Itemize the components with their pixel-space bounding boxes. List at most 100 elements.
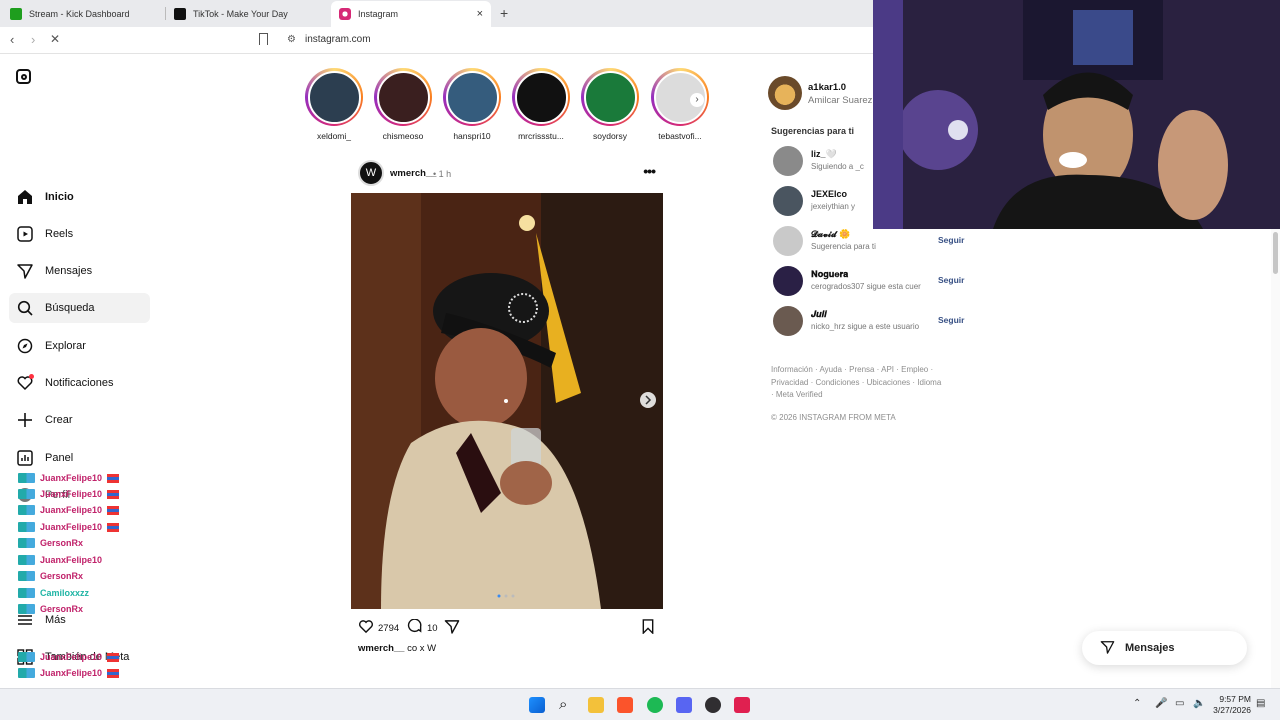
suggestion-avatar[interactable] (773, 186, 803, 216)
story-avatar (376, 70, 430, 124)
suggestion-avatar[interactable] (773, 146, 803, 176)
bookmark-icon[interactable] (259, 33, 268, 45)
caption-username[interactable]: wmerch__ (358, 643, 404, 654)
sidebar-item-inicio[interactable]: Inicio (9, 182, 150, 212)
own-profile-avatar[interactable] (768, 76, 802, 110)
chat-badge-icon (18, 588, 35, 598)
suggestion-username[interactable]: 𝓓𝓪𝓿𝓲𝓭 🌼 (811, 229, 850, 240)
suggestion-username[interactable]: 𝑱𝒖𝒍𝒊 (811, 309, 827, 320)
post-author-avatar[interactable]: W (358, 160, 384, 186)
share-icon[interactable] (444, 619, 460, 634)
story-item[interactable]: mrcrissstu... (511, 68, 571, 141)
story-ring (581, 68, 639, 126)
chat-line: JuanxFelipe10 (18, 487, 120, 501)
url-field[interactable]: instagram.com (305, 34, 371, 45)
clock[interactable]: 9:57 PM 3/27/2026 (1213, 694, 1251, 716)
post-caption: wmerch__ co x W (358, 643, 436, 654)
flag-icon (107, 489, 120, 499)
scrollbar-thumb[interactable] (1273, 232, 1278, 274)
sidebar-item-reels[interactable]: Reels (9, 219, 150, 249)
site-info-icon[interactable]: ⚙ (287, 34, 296, 45)
own-username[interactable]: a1kar1.0 (808, 82, 846, 93)
like-count[interactable]: 2794 (378, 623, 399, 634)
discord-icon[interactable] (676, 697, 692, 713)
suggestion-avatar[interactable] (773, 306, 803, 336)
back-icon[interactable]: ‹ (10, 32, 14, 47)
sidebar-item-busqueda[interactable]: Búsqueda (9, 293, 150, 323)
post-image[interactable] (351, 193, 663, 609)
tray-chevron-icon[interactable]: ⌃ (1133, 698, 1141, 709)
chat-badge-icon (18, 505, 35, 515)
webcam-illustration (873, 0, 1280, 229)
sidebar-item-crear[interactable]: Crear (9, 405, 150, 435)
new-tab-button[interactable]: + (500, 5, 508, 21)
windows-start-icon[interactable] (529, 697, 545, 713)
taskbar-search-icon[interactable]: ⌕ (559, 697, 575, 713)
suggestion-item: 𝐍𝐨𝐠𝐮𝐞𝐫𝐚 cerogrados307 sigue esta cuer Segu… (773, 266, 973, 298)
story-item[interactable]: chismeoso (373, 68, 433, 141)
heart-icon[interactable] (358, 619, 374, 637)
chat-username: JuanxFelipe10 (40, 505, 103, 515)
notification-dot (29, 373, 34, 379)
suggestion-avatar[interactable] (773, 266, 803, 296)
sidebar-item-panel[interactable]: Panel (9, 443, 150, 473)
suggestion-avatar[interactable] (773, 226, 803, 256)
chat-username: JuanxFelipe10 (40, 489, 103, 499)
file-explorer-icon[interactable] (588, 697, 604, 713)
sidebar-item-mensajes[interactable]: Mensajes (9, 256, 150, 286)
footer-links[interactable]: Información · Ayuda · Prensa · API · Emp… (771, 364, 946, 402)
sidebar-item-explorar[interactable]: Explorar (9, 331, 150, 361)
stop-loading-icon[interactable]: ✕ (50, 32, 60, 46)
network-icon[interactable]: ▭ (1175, 698, 1184, 709)
story-item[interactable]: xeldomi_ (304, 68, 364, 141)
notifications-tray-icon[interactable]: ▤ (1256, 698, 1265, 709)
story-item[interactable]: soydorsy (580, 68, 640, 141)
obs-icon[interactable] (705, 697, 721, 713)
sidebar-item-label: Crear (45, 414, 73, 426)
suggestion-username[interactable]: liz_🤍 (811, 149, 837, 160)
story-username: chismeoso (382, 131, 424, 141)
volume-icon[interactable]: 🔈 (1193, 698, 1205, 709)
compass-icon (16, 338, 33, 355)
stories-next-icon[interactable]: › (690, 93, 704, 107)
copyright: © 2026 INSTAGRAM FROM META (771, 413, 896, 422)
save-bookmark-icon[interactable] (641, 619, 655, 634)
comment-icon[interactable] (407, 618, 423, 637)
instagram-logo-icon[interactable] (16, 69, 31, 84)
brave-browser-icon[interactable] (617, 697, 633, 713)
plus-icon (16, 412, 33, 429)
chat-username: GersonRx (40, 538, 84, 548)
story-item[interactable]: hanspri10 (442, 68, 502, 141)
tab-instagram[interactable]: Instagram × (331, 1, 491, 27)
story-username: hanspri10 (453, 131, 491, 141)
scrollbar-track[interactable] (1271, 229, 1280, 688)
suggestion-username[interactable]: JEXElco (811, 189, 847, 199)
tab-kick[interactable]: Stream - Kick Dashboard (2, 1, 162, 27)
story-username: soydorsy (592, 131, 627, 141)
follow-button[interactable]: Seguir (938, 275, 964, 285)
chat-username: JuanxFelipe10 (40, 555, 103, 565)
tab-tiktok[interactable]: TikTok - Make Your Day (166, 1, 328, 27)
follow-button[interactable]: Seguir (938, 315, 964, 325)
close-tab-icon[interactable]: × (477, 8, 483, 20)
follow-button[interactable]: Seguir (938, 235, 964, 245)
microphone-icon[interactable]: 🎤 (1155, 698, 1167, 709)
chat-username: GersonRx (40, 604, 84, 614)
sidebar-item-label: Inicio (45, 191, 74, 203)
clock-date: 3/27/2026 (1213, 705, 1251, 715)
chat-badge-icon (18, 604, 35, 614)
sidebar-item-notificaciones[interactable]: Notificaciones (9, 368, 150, 398)
post-author-username[interactable]: wmerch__ (390, 168, 436, 179)
paper-plane-icon (16, 263, 33, 280)
comment-count[interactable]: 10 (427, 623, 438, 634)
chat-line: JuanxFelipe10 (18, 520, 120, 534)
sidebar-item-label: Explorar (45, 340, 86, 352)
chat-badge-icon (18, 555, 35, 565)
forward-icon[interactable]: › (31, 32, 35, 47)
chat-badge-icon (18, 652, 35, 662)
tiktok-live-icon[interactable] (734, 697, 750, 713)
spotify-icon[interactable] (647, 697, 663, 713)
more-options-icon[interactable]: ••• (643, 163, 656, 179)
suggestion-username[interactable]: 𝐍𝐨𝐠𝐮𝐞𝐫𝐚 (811, 269, 848, 280)
messages-floating-button[interactable]: Mensajes (1082, 631, 1247, 665)
